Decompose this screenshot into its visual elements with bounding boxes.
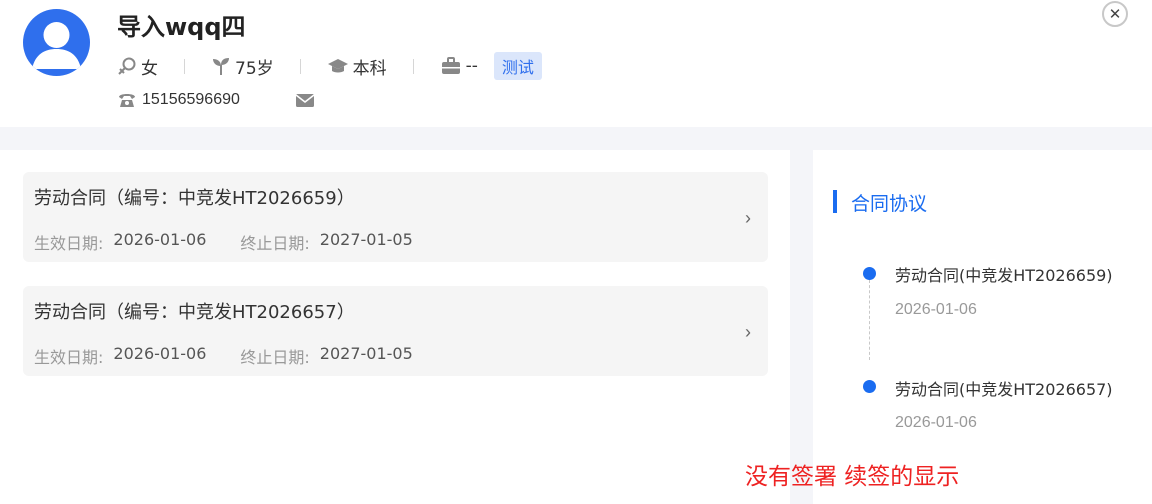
end-date-label: 终止日期: (240, 234, 310, 253)
briefcase-icon (441, 57, 460, 74)
contract-list: 劳动合同（编号：中竞发HT2026659） 生效日期: 2026-01-06 终… (0, 150, 790, 504)
contract-timeline-panel: 合同协议 劳动合同(中竞发HT2026659) 2026-01-06 劳动合同(… (813, 150, 1152, 504)
contract-dates: 生效日期: 2026-01-06 终止日期: 2027-01-05 (34, 230, 413, 254)
close-icon: ✕ (1108, 6, 1122, 23)
phone-value: 15156596690 (142, 91, 240, 108)
age-item: 75岁 (211, 54, 274, 79)
timeline-item-date: 2026-01-06 (895, 301, 977, 318)
avatar (23, 9, 90, 76)
contract-title: 劳动合同（编号：中竞发HT2026657） (34, 302, 355, 323)
divider (184, 58, 185, 74)
section-accent-bar (833, 190, 837, 213)
end-date-label: 终止日期: (240, 348, 310, 367)
age-value: 75岁 (235, 58, 274, 79)
gender-value: 女 (141, 58, 158, 79)
timeline-item-title[interactable]: 劳动合同(中竞发HT2026657) (895, 376, 1113, 400)
phone-icon (119, 94, 135, 107)
start-date-value: 2026-01-06 (113, 230, 207, 249)
end-date-value: 2027-01-05 (319, 230, 413, 249)
contract-dates: 生效日期: 2026-01-06 终止日期: 2027-01-05 (34, 344, 413, 368)
education-value: 本科 (352, 58, 387, 79)
graduation-cap-icon (327, 59, 348, 73)
start-date-value: 2026-01-06 (113, 344, 207, 363)
chevron-right-icon: › (745, 208, 751, 228)
job-value: -- (465, 56, 478, 76)
age-sprout-icon (213, 58, 229, 75)
contract-card[interactable]: 劳动合同（编号：中竞发HT2026659） 生效日期: 2026-01-06 终… (23, 172, 768, 262)
timeline-dot (863, 267, 876, 280)
timeline-dot (863, 380, 876, 393)
divider (412, 58, 414, 74)
phone-item: 15156596690 (117, 91, 240, 109)
close-button[interactable]: ✕ (1102, 1, 1128, 27)
contract-card[interactable]: 劳动合同（编号：中竞发HT2026657） 生效日期: 2026-01-06 终… (23, 286, 768, 376)
contact-row: 15156596690 (117, 91, 315, 109)
gender-icon (118, 57, 136, 75)
chevron-right-icon: › (745, 322, 751, 342)
profile-name: 导入wqq四 (117, 13, 246, 41)
profile-info-row: 女 75岁 本科 -- 测试 (117, 52, 542, 80)
start-date-label: 生效日期: (34, 234, 104, 253)
start-date-label: 生效日期: (34, 348, 104, 367)
timeline-item-date: 2026-01-06 (895, 414, 977, 431)
job-item: -- (440, 56, 478, 76)
timeline-item-title[interactable]: 劳动合同(中竞发HT2026659) (895, 262, 1113, 286)
end-date-value: 2027-01-05 (319, 344, 413, 363)
contract-title: 劳动合同（编号：中竞发HT2026659） (34, 188, 355, 209)
timeline-line (869, 280, 870, 360)
avatar-icon (32, 22, 81, 69)
gender-item: 女 (117, 54, 158, 79)
section-title: 合同协议 (851, 193, 928, 215)
education-item: 本科 (327, 54, 387, 79)
mail-button[interactable] (295, 92, 315, 108)
mail-icon (295, 94, 315, 107)
annotation-note: 没有签署 续签的显示 (745, 464, 960, 490)
profile-header: 导入wqq四 ✕ 女 75岁 本科 -- 测试 15156596690 (0, 0, 1152, 127)
divider (299, 58, 301, 74)
status-badge: 测试 (493, 52, 542, 80)
